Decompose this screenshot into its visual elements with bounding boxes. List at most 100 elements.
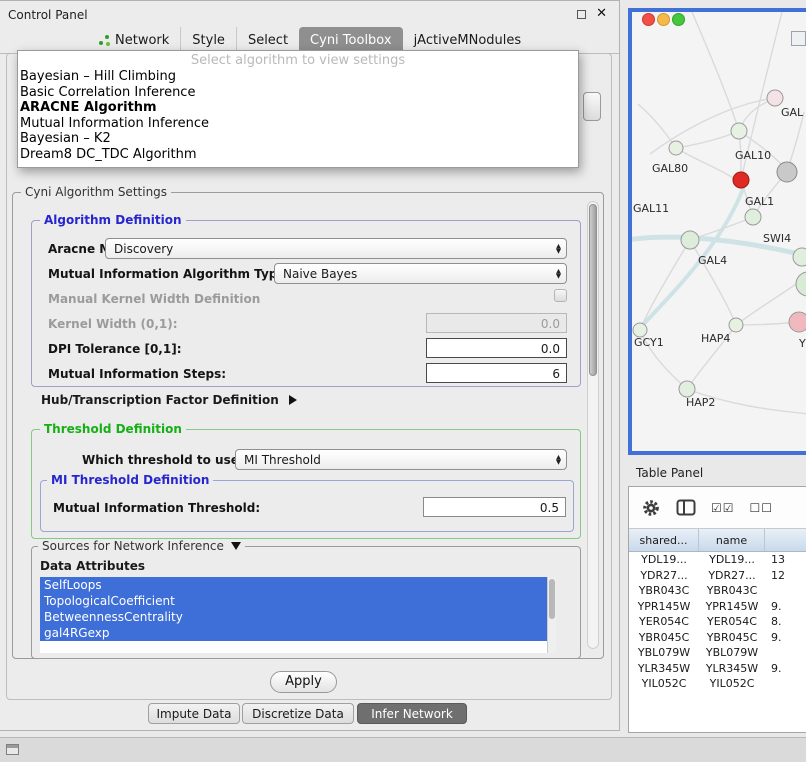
mi-steps-label: Mutual Information Steps: (48, 367, 226, 381)
network-node-label: GAL10 (735, 149, 771, 162)
mi-steps-input[interactable]: 6 (426, 363, 567, 383)
algorithm-option-bayesian-k2[interactable]: Bayesian – K2 (18, 131, 578, 147)
close-icon[interactable]: ✕ (596, 6, 607, 21)
table-cell: 8. (765, 615, 806, 628)
aracne-mode-select[interactable]: Discovery ▲▼ (105, 238, 567, 259)
attributes-scrollbar[interactable] (547, 577, 556, 653)
gear-icon[interactable] (641, 498, 661, 518)
panel-dock-icon[interactable] (6, 744, 19, 755)
dropdown-placeholder: Select algorithm to view settings (18, 53, 578, 69)
network-node-label: GAL80 (652, 162, 688, 175)
network-node-label: GAL4 (698, 254, 727, 267)
column-header-shared[interactable]: shared... (629, 529, 699, 551)
table-row[interactable]: YBR045CYBR045C9. (629, 630, 806, 646)
close-traffic-light-icon[interactable] (642, 13, 655, 26)
attribute-item-selfloops[interactable]: SelfLoops (40, 577, 547, 593)
table-panel: ☑☑ ☐☐ shared...name YDL19...YDL19...13YD… (628, 486, 806, 733)
hidden-combo-button[interactable] (583, 92, 601, 121)
sources-expander[interactable]: Sources for Network Inference (38, 539, 245, 553)
sources-title: Sources for Network Inference (42, 539, 224, 553)
network-node[interactable] (793, 248, 806, 266)
bottom-tab-discretize-data[interactable]: Discretize Data (242, 703, 354, 724)
apply-button[interactable]: Apply (270, 671, 337, 693)
hub-definition-expander[interactable]: Hub/Transcription Factor Definition (41, 393, 297, 407)
data-attributes-list: SelfLoopsTopologicalCoefficientBetweenne… (40, 577, 556, 653)
algorithm-options-list: Bayesian – Hill ClimbingBasic Correlatio… (18, 69, 578, 162)
algorithm-option-dream8-dc-tdc-algorithm[interactable]: Dream8 DC_TDC Algorithm (18, 147, 578, 163)
network-node[interactable] (681, 231, 699, 249)
manual-kernel-checkbox[interactable] (554, 289, 567, 302)
settings-scrollbar[interactable] (587, 201, 599, 649)
clear-all-checkboxes-icon[interactable]: ☐☐ (750, 502, 774, 514)
scrollbar-thumb[interactable] (589, 204, 597, 376)
network-node[interactable] (777, 162, 797, 182)
which-threshold-value: MI Threshold (244, 453, 321, 467)
which-threshold-select[interactable]: MI Threshold ▲▼ (235, 449, 567, 470)
column-header-col3[interactable] (765, 529, 806, 551)
minimize-traffic-light-icon[interactable] (657, 13, 670, 26)
table-row[interactable]: YLR345WYLR345W9. (629, 661, 806, 677)
float-window-icon[interactable] (577, 10, 586, 19)
algorithm-option-bayesian-hill-climbing[interactable]: Bayesian – Hill Climbing (18, 69, 578, 85)
table-body: YDL19...YDL19...13YDR27...YDR27...12YBR0… (629, 552, 806, 692)
table-row[interactable]: YBL079WYBL079W (629, 645, 806, 661)
table-row[interactable]: YBR043CYBR043C (629, 583, 806, 599)
network-node-label: GCY1 (634, 336, 664, 349)
network-node-label: GAL1 (745, 195, 774, 208)
zoom-traffic-light-icon[interactable] (672, 13, 685, 26)
table-row[interactable]: YDL19...YDL19...13 (629, 552, 806, 568)
table-row[interactable]: YDR27...YDR27...12 (629, 568, 806, 584)
network-node-label: Y (798, 337, 806, 350)
table-row[interactable]: YIL052CYIL052C (629, 676, 806, 692)
table-cell: YDL19... (699, 553, 765, 566)
table-cell: YBR045C (629, 631, 699, 644)
attribute-item-topologicalcoefficient[interactable]: TopologicalCoefficient (40, 593, 547, 609)
view-corner-box[interactable] (791, 31, 806, 46)
attribute-item-betweennesscentrality[interactable]: BetweennessCentrality (40, 609, 547, 625)
table-cell: YPR145W (699, 600, 765, 613)
network-node[interactable] (733, 172, 749, 188)
network-node[interactable] (789, 312, 806, 332)
attribute-item-gal4rgexp[interactable]: gal4RGexp (40, 625, 547, 641)
expander-collapsed-icon (289, 395, 297, 405)
status-bar (0, 737, 806, 762)
network-node[interactable] (679, 381, 695, 397)
algorithm-option-aracne-algorithm[interactable]: ARACNE Algorithm (18, 100, 578, 116)
network-node[interactable] (729, 318, 743, 332)
which-threshold-label: Which threshold to use: (82, 453, 244, 467)
dpi-tolerance-input[interactable]: 0.0 (426, 338, 567, 358)
network-node-label: HAP4 (701, 332, 730, 345)
mi-algorithm-type-label: Mutual Information Algorithm Type: (48, 267, 290, 281)
tab-label: Cyni Toolbox (310, 33, 392, 48)
network-node[interactable] (633, 323, 647, 337)
scrollbar-thumb[interactable] (549, 579, 555, 619)
network-node[interactable] (731, 123, 747, 139)
table-row[interactable]: YPR145WYPR145W9. (629, 599, 806, 615)
network-canvas[interactable]: GALGAL80GAL10GAL11GAL1SWI4GAL4GCY1HAP4HA… (632, 12, 806, 451)
select-all-checkboxes-icon[interactable]: ☑☑ (711, 502, 735, 514)
network-node-label: GAL11 (633, 202, 669, 215)
algorithm-option-mutual-information-inference[interactable]: Mutual Information Inference (18, 116, 578, 132)
mi-threshold-input[interactable]: 0.5 (423, 497, 566, 517)
network-node[interactable] (745, 209, 761, 225)
network-node[interactable] (767, 90, 783, 106)
data-attributes-label: Data Attributes (40, 559, 145, 573)
column-header-name[interactable]: name (699, 529, 765, 551)
bottom-tab-infer-network[interactable]: Infer Network (357, 703, 467, 724)
table-cell: YBL079W (699, 646, 765, 659)
mi-algorithm-type-select[interactable]: Naive Bayes ▲▼ (274, 263, 567, 284)
algorithm-option-basic-correlation-inference[interactable]: Basic Correlation Inference (18, 85, 578, 101)
network-node-label: GAL (781, 106, 804, 119)
columns-icon[interactable] (676, 499, 696, 516)
kernel-width-input[interactable]: 0.0 (426, 313, 567, 333)
table-row[interactable]: YER054CYER054C8. (629, 614, 806, 630)
network-node[interactable] (796, 272, 806, 296)
bottom-tab-impute-data[interactable]: Impute Data (148, 703, 240, 724)
bottom-tab-bar: Impute DataDiscretize DataInfer Network (0, 703, 619, 725)
control-panel-titlebar: Control Panel ✕ (0, 1, 619, 27)
network-node[interactable] (669, 141, 683, 155)
table-toolbar: ☑☑ ☐☐ (629, 487, 806, 529)
control-panel-window: Control Panel ✕ NetworkStyleSelectCyni T… (0, 0, 620, 731)
table-cell: 13 (765, 553, 806, 566)
threshold-definition-group: Threshold Definition Which threshold to … (31, 429, 581, 539)
